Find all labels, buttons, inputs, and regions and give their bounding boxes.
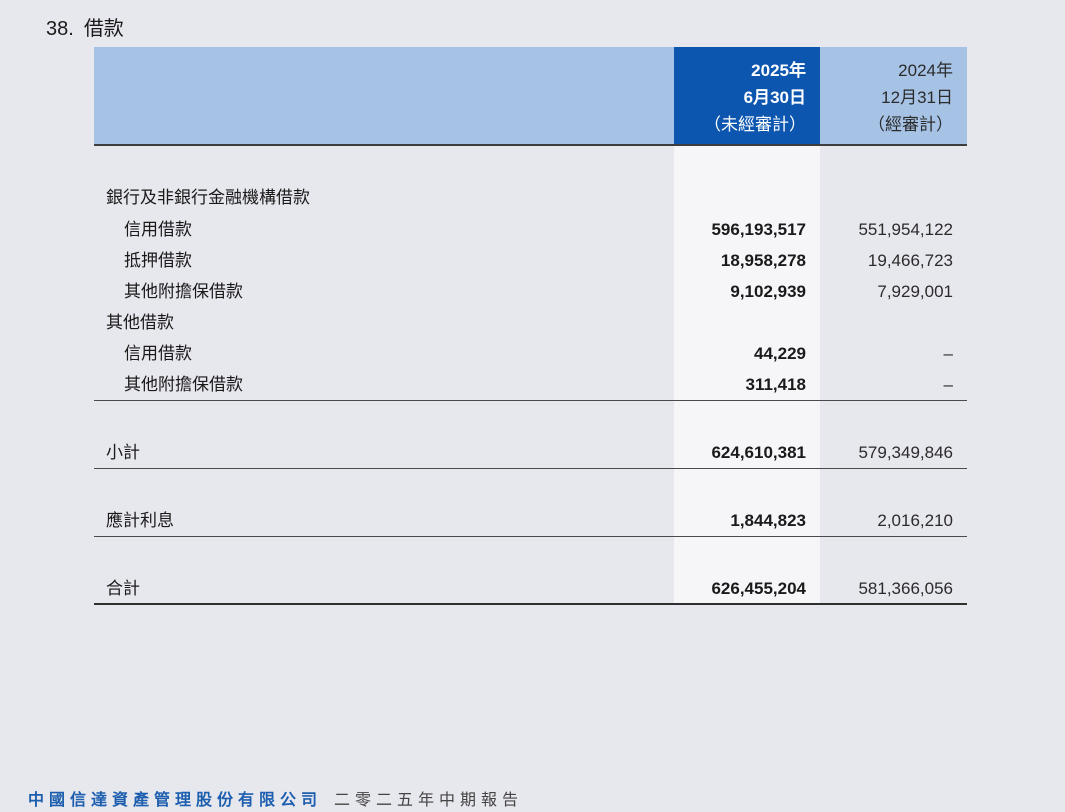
current-value: 1,844,823 (730, 511, 806, 530)
previous-value: 579,349,846 (858, 443, 953, 462)
page-footer: 中國信達資產管理股份有限公司 二零二五年中期報告 (28, 786, 523, 810)
current-period-audit-status: （未經審計） (704, 115, 806, 134)
current-period-date: 6月30日 (743, 88, 806, 107)
current-value: 311,418 (745, 375, 806, 394)
header-rule (94, 144, 967, 146)
row-label: 應計利息 (106, 511, 174, 530)
table-row: 其他附擔保借款 311,418 – (94, 369, 967, 400)
table-row: 抵押借款 18,958,278 19,466,723 (94, 245, 967, 276)
current-value: 626,455,204 (711, 579, 806, 598)
current-value: 44,229 (754, 344, 806, 363)
current-value: 18,958,278 (720, 251, 806, 270)
section-number: 38. (46, 18, 74, 40)
row-label: 抵押借款 (124, 251, 192, 270)
row-label: 其他附擔保借款 (124, 282, 243, 301)
table-row: 信用借款 596,193,517 551,954,122 (94, 214, 967, 245)
row-label: 銀行及非銀行金融機構借款 (106, 188, 310, 207)
row-label: 信用借款 (124, 344, 192, 363)
footer-report-name: 二零二五年中期報告 (334, 792, 524, 809)
row-label: 合計 (106, 579, 140, 598)
current-value: 9,102,939 (730, 282, 806, 301)
borrowings-table: 2025年 6月30日 （未經審計） 2024年 12月31日 （經審計） 銀行… (94, 47, 967, 607)
table-row: 銀行及非銀行金融機構借款 (94, 182, 967, 213)
subtotal-row: 小計 624,610,381 579,349,846 (94, 437, 967, 468)
interest-row: 應計利息 1,844,823 2,016,210 (94, 505, 967, 536)
previous-value: 581,366,056 (858, 579, 953, 598)
current-period-year: 2025年 (751, 61, 806, 80)
section-title: 38. 借款 (46, 12, 124, 41)
section-rule (94, 400, 967, 401)
table-row: 信用借款 44,229 – (94, 338, 967, 369)
previous-period-header: 2024年 12月31日 （經審計） (820, 57, 953, 138)
row-label: 其他借款 (106, 313, 174, 332)
table-row: 其他借款 (94, 307, 967, 338)
section-heading: 借款 (83, 18, 124, 40)
previous-period-year: 2024年 (898, 61, 953, 80)
row-label: 信用借款 (124, 220, 192, 239)
previous-value: 7,929,001 (877, 282, 953, 301)
previous-period-audit-status: （經審計） (868, 115, 953, 134)
total-row: 合計 626,455,204 581,366,056 (94, 573, 967, 604)
subtotal-rule (94, 468, 967, 469)
table-row: 其他附擔保借款 9,102,939 7,929,001 (94, 276, 967, 307)
row-label: 其他附擔保借款 (124, 375, 243, 394)
previous-value: 551,954,122 (858, 220, 953, 239)
current-value: 624,610,381 (711, 443, 806, 462)
previous-period-date: 12月31日 (881, 88, 953, 107)
total-rule (94, 603, 967, 605)
previous-value: – (943, 375, 953, 394)
previous-value: – (943, 344, 953, 363)
interest-rule (94, 536, 967, 537)
previous-value: 2,016,210 (877, 511, 953, 530)
previous-value: 19,466,723 (867, 251, 953, 270)
row-label: 小計 (106, 443, 140, 462)
footer-company: 中國信達資產管理股份有限公司 (28, 792, 323, 809)
current-period-header: 2025年 6月30日 （未經審計） (674, 57, 806, 138)
current-value: 596,193,517 (711, 220, 806, 239)
